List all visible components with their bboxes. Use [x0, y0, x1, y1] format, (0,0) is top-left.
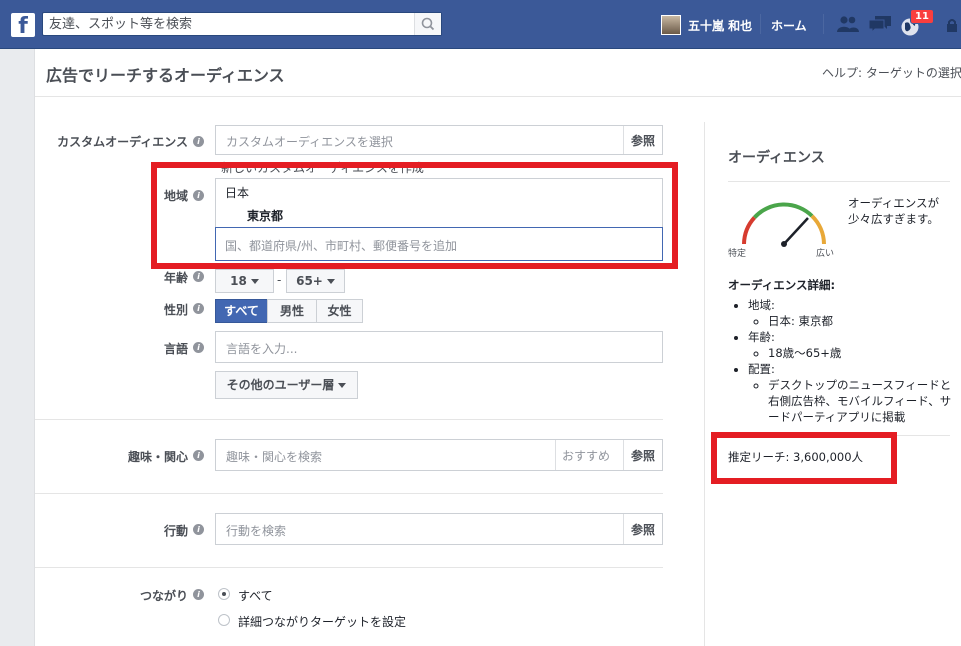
chevron-down-icon [326, 279, 335, 284]
connections-advanced-label: 詳細つながりターゲットを設定 [238, 615, 407, 629]
facebook-logo-icon[interactable]: f [11, 13, 35, 37]
left-gutter [0, 49, 20, 646]
language-input[interactable]: 言語を入力... [215, 331, 663, 363]
gender-all-button[interactable]: すべて [215, 299, 268, 323]
age-min-dropdown[interactable]: 18 [215, 269, 274, 293]
info-icon[interactable]: i [193, 524, 204, 535]
language-placeholder: 言語を入力... [226, 342, 298, 356]
age-range-separator: - [277, 273, 282, 287]
connections-all-label: すべて [238, 589, 273, 603]
gauge-label-broad: 広い [816, 249, 835, 259]
gender-female-button[interactable]: 女性 [316, 299, 363, 323]
behaviors-label: 行動 [163, 524, 188, 538]
info-icon[interactable]: i [193, 342, 204, 353]
page-title: 広告でリーチするオーディエンス [46, 66, 285, 85]
custom-audience-placeholder: カスタムオーディエンスを選択 [226, 135, 393, 149]
divider [728, 181, 950, 182]
interests-input[interactable]: 趣味・関心を検索 おすすめ 参照 [215, 439, 663, 471]
top-navigation-bar: f 五十嵐 和也 ホーム 11 [0, 0, 961, 49]
info-icon[interactable]: i [193, 271, 204, 282]
profile-link[interactable]: 五十嵐 和也 [661, 14, 752, 36]
friend-requests-icon[interactable] [836, 15, 860, 33]
interests-suggestions-button[interactable]: おすすめ [554, 440, 616, 470]
age-min-value: 18 [230, 274, 247, 288]
behaviors-input[interactable]: 行動を検索 参照 [215, 513, 663, 545]
interests-label: 趣味・関心 [127, 450, 188, 464]
detail-location: 地域: 日本: 東京都 [748, 297, 953, 329]
divider [35, 567, 663, 568]
messages-icon[interactable] [868, 15, 892, 33]
chevron-down-icon [338, 383, 347, 388]
info-icon[interactable]: i [193, 136, 204, 147]
audience-details-list: 地域: 日本: 東京都 年齢: 18歳〜65+歳 配置: デスクトップのニュース… [728, 297, 953, 425]
connections-label: つながり [139, 589, 188, 603]
search-box [42, 12, 442, 36]
avatar [661, 15, 681, 35]
interests-browse-button[interactable]: 参照 [622, 440, 662, 470]
detail-placement-label: 配置: [748, 362, 775, 376]
detail-placement: 配置: デスクトップのニュースフィードと右側広告枠、モバイルフィード、サードパー… [748, 361, 953, 425]
detail-age-value: 18歳〜65+歳 [768, 345, 953, 361]
connections-advanced-radio[interactable] [218, 614, 230, 626]
search-icon [421, 17, 435, 31]
info-icon[interactable]: i [193, 450, 204, 461]
audience-details-title: オーディエンス詳細: [728, 278, 836, 292]
custom-audience-label: カスタムオーディエンス [57, 135, 188, 149]
home-link[interactable]: ホーム [771, 17, 807, 34]
search-input[interactable] [43, 13, 415, 35]
behaviors-browse-button[interactable]: 参照 [622, 514, 662, 544]
gauge-label-specific: 特定 [728, 249, 747, 259]
divider [760, 14, 761, 34]
detail-location-value: 日本: 東京都 [768, 313, 953, 329]
info-icon[interactable]: i [193, 589, 204, 600]
behaviors-placeholder: 行動を検索 [226, 524, 287, 538]
more-demographics-dropdown[interactable]: その他のユーザー層 [215, 371, 358, 399]
connections-all-radio[interactable] [218, 588, 230, 600]
notification-badge: 11 [910, 9, 934, 24]
interests-placeholder: 趣味・関心を検索 [226, 450, 323, 464]
info-icon[interactable]: i [193, 303, 204, 314]
age-max-value: 65+ [296, 274, 323, 288]
language-label: 言語 [163, 342, 188, 356]
highlight-box-reach [711, 432, 897, 484]
divider [35, 419, 663, 420]
detail-location-label: 地域: [748, 298, 775, 312]
age-label: 年齢 [163, 271, 188, 285]
sidebar-divider [704, 122, 705, 646]
divider [35, 493, 663, 494]
detail-age: 年齢: 18歳〜65+歳 [748, 329, 953, 361]
user-name: 五十嵐 和也 [688, 18, 753, 33]
gender-male-button[interactable]: 男性 [267, 299, 317, 323]
lock-icon[interactable] [944, 18, 961, 32]
gauge-message: オーディエンスが少々広すぎます。 [848, 196, 939, 226]
gender-label: 性別 [163, 303, 188, 317]
search-button[interactable] [414, 13, 441, 35]
sidebar-title: オーディエンス [728, 150, 825, 166]
age-max-dropdown[interactable]: 65+ [286, 269, 345, 293]
help-link[interactable]: ヘルプ: ターゲットの選択 [822, 64, 961, 81]
more-demographics-label: その他のユーザー層 [226, 378, 335, 392]
chevron-down-icon [250, 279, 259, 284]
detail-placement-value: デスクトップのニュースフィードと右側広告枠、モバイルフィード、サードパーティアプ… [768, 377, 953, 425]
divider [823, 14, 824, 34]
detail-age-label: 年齢: [748, 330, 775, 344]
highlight-box-location [151, 162, 678, 269]
audience-details: オーディエンス詳細: 地域: 日本: 東京都 年齢: 18歳〜65+歳 配置: … [728, 277, 953, 425]
custom-audience-field[interactable]: カスタムオーディエンスを選択 参照 [215, 125, 663, 155]
custom-audience-browse-button[interactable]: 参照 [622, 126, 662, 154]
divider [35, 96, 961, 97]
